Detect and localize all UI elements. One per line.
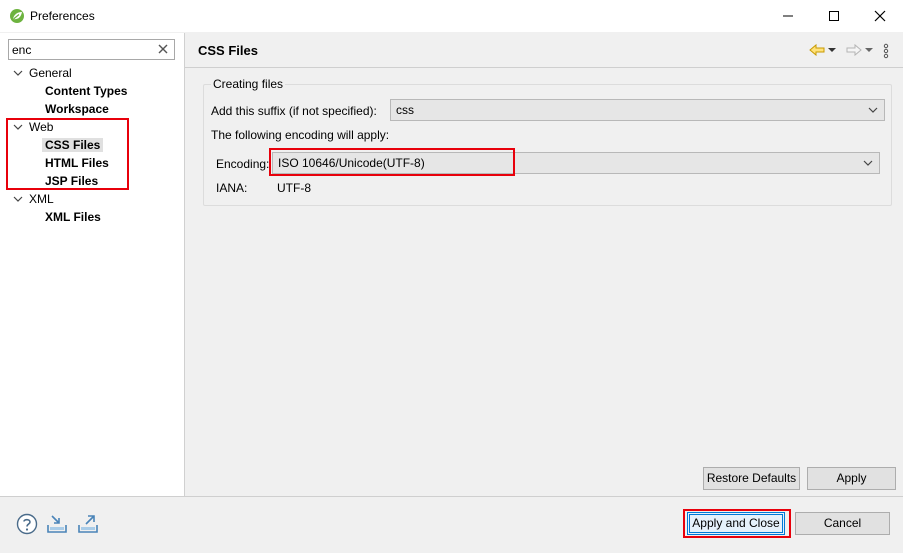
- tree-item-label: JSP Files: [45, 174, 99, 188]
- maximize-button[interactable]: [811, 0, 857, 32]
- tree-node-general[interactable]: General: [0, 64, 185, 82]
- tree-item-label: XML Files: [45, 210, 101, 224]
- suffix-value: css: [396, 103, 414, 117]
- restore-defaults-button[interactable]: Restore Defaults: [703, 467, 800, 490]
- group-title: Creating files: [211, 77, 286, 91]
- suffix-combo[interactable]: css: [390, 99, 885, 121]
- apply-button[interactable]: Apply: [807, 467, 896, 490]
- close-icon: [874, 10, 886, 22]
- forward-dropdown-icon[interactable]: [865, 46, 873, 54]
- tree-item-jsp-files[interactable]: JSP Files: [45, 172, 98, 190]
- tree-item-css-files[interactable]: CSS Files: [42, 136, 104, 154]
- minimize-button[interactable]: [765, 0, 811, 32]
- page-title: CSS Files: [198, 43, 258, 58]
- tree-item-html-files[interactable]: HTML Files: [45, 154, 109, 172]
- window-title: Preferences: [30, 9, 95, 23]
- chevron-down-icon: [868, 107, 878, 113]
- chevron-down-icon[interactable]: [12, 190, 24, 208]
- tree-item-label: HTML Files: [45, 156, 109, 170]
- iana-value: UTF-8: [277, 181, 311, 195]
- maximize-icon: [829, 11, 839, 21]
- title-bar: Preferences: [0, 0, 903, 33]
- back-arrow-icon[interactable]: [809, 42, 825, 58]
- export-icon[interactable]: [77, 513, 99, 535]
- tree-node-web[interactable]: Web: [0, 118, 185, 136]
- forward-arrow-icon[interactable]: [846, 42, 862, 58]
- tree-item-content-types[interactable]: Content Types: [45, 82, 127, 100]
- cancel-button[interactable]: Cancel: [795, 512, 890, 535]
- tree-item-label: CSS Files: [42, 138, 104, 152]
- tree-node-label: Web: [29, 120, 54, 134]
- clear-filter-icon[interactable]: [156, 42, 170, 56]
- tree-item-xml-files[interactable]: XML Files: [45, 208, 101, 226]
- minimize-icon: [783, 15, 793, 17]
- encoding-info-label: The following encoding will apply:: [211, 128, 390, 142]
- suffix-label: Add this suffix (if not specified):: [211, 104, 377, 118]
- encoding-value: ISO 10646/Unicode(UTF-8): [278, 156, 425, 170]
- chevron-down-icon[interactable]: [12, 64, 24, 82]
- encoding-label: Encoding:: [216, 157, 270, 171]
- filter-box: [8, 39, 175, 60]
- tree-node-label: General: [29, 66, 72, 80]
- filter-input[interactable]: [12, 41, 152, 58]
- import-icon[interactable]: [46, 513, 68, 535]
- tree-item-workspace[interactable]: Workspace: [45, 100, 109, 118]
- page-header: CSS Files: [185, 33, 903, 68]
- tree-node-label: XML: [29, 192, 54, 206]
- encoding-combo[interactable]: ISO 10646/Unicode(UTF-8): [272, 152, 880, 174]
- page-nav: [809, 42, 893, 60]
- preferences-tree-panel: General Content Types Workspace Web CSS …: [0, 33, 185, 496]
- view-menu-icon[interactable]: [883, 43, 889, 59]
- chevron-down-icon: [863, 160, 873, 166]
- close-button[interactable]: [857, 0, 903, 32]
- chevron-down-icon[interactable]: [12, 118, 24, 136]
- tree-item-label: Content Types: [45, 84, 128, 98]
- back-dropdown-icon[interactable]: [828, 46, 836, 54]
- preference-page: CSS Files Creating files Add this suffix: [185, 33, 903, 496]
- iana-label: IANA:: [216, 181, 248, 195]
- help-icon[interactable]: [16, 513, 38, 535]
- tree-node-xml[interactable]: XML: [0, 190, 185, 208]
- dialog-button-bar: Apply and Close Cancel: [0, 496, 903, 553]
- spring-leaf-icon: [10, 9, 24, 23]
- creating-files-group: Creating files Add this suffix (if not s…: [203, 77, 892, 206]
- tree-item-label: Workspace: [45, 102, 109, 116]
- apply-and-close-button[interactable]: Apply and Close: [687, 512, 785, 535]
